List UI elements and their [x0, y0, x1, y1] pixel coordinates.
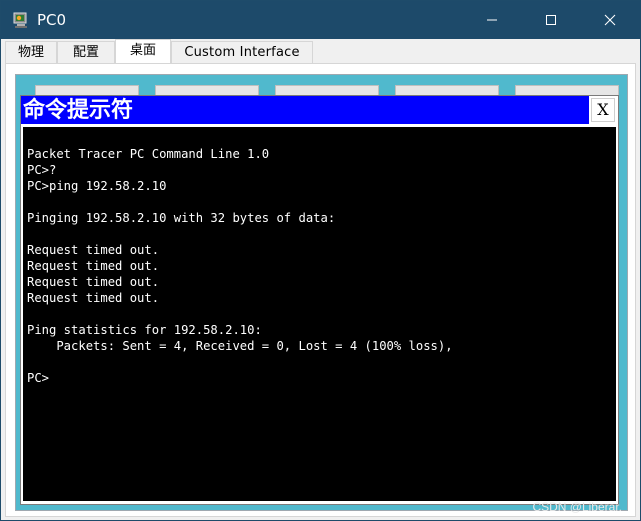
maximize-icon — [545, 14, 557, 26]
tab-physical[interactable]: 物理 — [5, 41, 57, 63]
tab-config[interactable]: 配置 — [57, 41, 115, 63]
minimize-button[interactable] — [464, 1, 520, 39]
terminal-line: Pinging 192.58.2.10 with 32 bytes of dat… — [27, 211, 336, 225]
terminal-line: PC>ping 192.58.2.10 — [27, 179, 167, 193]
maximize-button[interactable] — [523, 1, 579, 39]
terminal-line: PC>? — [27, 163, 57, 177]
terminal-line: Ping statistics for 192.58.2.10: — [27, 323, 262, 337]
terminal-line: Packet Tracer PC Command Line 1.0 — [27, 147, 270, 161]
command-prompt-close-button[interactable]: X — [591, 98, 615, 122]
terminal-line: Request timed out. — [27, 291, 160, 305]
command-prompt-title: 命令提示符 — [23, 97, 134, 123]
tab-desktop[interactable]: 桌面 — [115, 39, 171, 63]
terminal-output[interactable]: Packet Tracer PC Command Line 1.0 PC>? P… — [23, 127, 616, 501]
tab-custom-interface[interactable]: Custom Interface — [171, 41, 313, 63]
window-title: PC0 — [37, 11, 67, 29]
minimize-icon — [486, 14, 498, 26]
title-bar[interactable]: PC0 — [1, 1, 640, 39]
tab-content: 命令提示符 X Packet Tracer PC Command Line 1.… — [5, 63, 636, 517]
close-icon — [604, 14, 616, 26]
terminal-line: Request timed out. — [27, 259, 160, 273]
terminal-line: Request timed out. — [27, 275, 160, 289]
terminal-line: Request timed out. — [27, 243, 160, 257]
terminal-line: Packets: Sent = 4, Received = 0, Lost = … — [27, 339, 453, 353]
command-prompt-window: 命令提示符 X Packet Tracer PC Command Line 1.… — [20, 95, 619, 505]
close-button[interactable] — [582, 1, 638, 39]
command-prompt-title-bar[interactable]: 命令提示符 — [21, 96, 589, 124]
pc0-window: PC0 物理 配置 桌面 Custom Interface 命令提示符 X Pa… — [0, 0, 641, 521]
tab-bar: 物理 配置 桌面 Custom Interface — [1, 39, 640, 63]
desktop-area: 命令提示符 X Packet Tracer PC Command Line 1.… — [15, 74, 628, 511]
pc-app-icon — [11, 10, 31, 30]
watermark: CSDN @Liberar. — [532, 500, 622, 514]
terminal-prompt: PC> — [27, 371, 50, 385]
